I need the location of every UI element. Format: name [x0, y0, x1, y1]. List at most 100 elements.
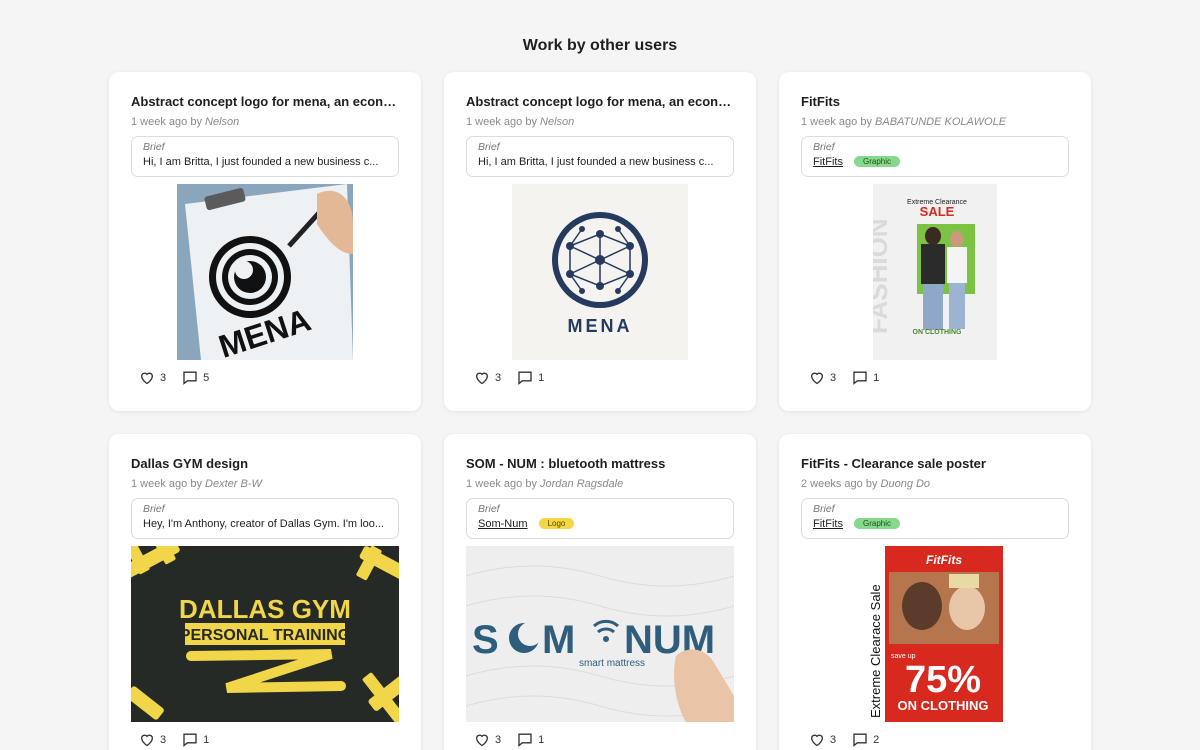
like-button[interactable]: 3 [809, 370, 836, 385]
like-count: 3 [160, 371, 167, 384]
heart-icon [140, 734, 154, 747]
work-author[interactable]: BABATUNDE KOLAWOLE [875, 116, 1006, 128]
work-card[interactable]: FitFits - Clearance sale poster 2 weeks … [779, 434, 1091, 750]
like-button[interactable]: 3 [474, 732, 501, 747]
work-thumbnail[interactable]: DALLAS GYM PERSONAL TRAINING [131, 546, 399, 722]
work-time: 1 week ago [131, 478, 188, 490]
work-title[interactable]: Dallas GYM design [131, 456, 399, 471]
brief-text: Hi, I am Britta, I just founded a new bu… [478, 156, 714, 168]
work-author[interactable]: Duong Do [881, 478, 931, 490]
brief-text: Hey, I'm Anthony, creator of Dallas Gym.… [143, 518, 384, 530]
brief-box[interactable]: Brief Hey, I'm Anthony, creator of Dalla… [131, 498, 399, 539]
work-author[interactable]: Nelson [540, 116, 574, 128]
poster-clothing: ON CLOTHING [898, 698, 989, 713]
somnum-s: S [472, 618, 499, 662]
work-author[interactable]: Dexter B-W [205, 478, 262, 490]
work-meta: 1 week ago by Jordan Ragsdale [466, 478, 734, 490]
comment-count: 1 [203, 733, 210, 746]
comment-icon [518, 733, 532, 747]
fitfits-poster-image: FASHION Extreme Clearance SALE ON CLOTHI… [873, 184, 997, 360]
brief-box[interactable]: Brief Hi, I am Britta, I just founded a … [131, 136, 399, 177]
work-time: 1 week ago [801, 116, 858, 128]
meta-by: by [190, 478, 202, 490]
comment-button[interactable]: 1 [517, 732, 544, 747]
comment-icon [518, 371, 532, 385]
work-card[interactable]: SOM - NUM : bluetooth mattress 1 week ag… [444, 434, 756, 750]
brief-link[interactable]: FitFits [813, 518, 843, 530]
brief-label: Brief [478, 141, 500, 153]
work-card[interactable]: FitFits 1 week ago by BABATUNDE KOLAWOLE… [779, 72, 1091, 411]
gym-subtitle: PERSONAL TRAINING [180, 627, 350, 644]
brief-label: Brief [143, 503, 165, 515]
category-tag: Graphic [854, 156, 901, 167]
like-button[interactable]: 3 [809, 732, 836, 747]
brief-box[interactable]: Brief FitFits Graphic [801, 136, 1069, 177]
comment-count: 2 [873, 733, 880, 746]
work-thumbnail[interactable]: MENA [466, 184, 734, 360]
brief-box[interactable]: Brief Hi, I am Britta, I just founded a … [466, 136, 734, 177]
comment-count: 1 [873, 371, 880, 384]
work-author[interactable]: Jordan Ragsdale [540, 478, 623, 490]
work-thumbnail[interactable]: Extreme Clearace Sale FitFits save up 75… [801, 546, 1069, 722]
like-count: 3 [160, 733, 167, 746]
mena-network-logo-image: MENA [512, 184, 688, 360]
comment-count: 1 [538, 733, 545, 746]
work-stats: 3 2 [809, 732, 895, 747]
comment-button[interactable]: 5 [182, 370, 209, 385]
work-title[interactable]: SOM - NUM : bluetooth mattress [466, 456, 734, 471]
meta-by: by [865, 478, 878, 490]
meta-by: by [525, 478, 537, 490]
work-meta: 1 week ago by Nelson [131, 116, 399, 128]
heart-icon [475, 734, 489, 747]
poster-percent: 75% [905, 659, 981, 701]
somnum-m: M [542, 618, 575, 662]
brief-label: Brief [813, 141, 835, 153]
brief-box[interactable]: Brief Som-Num Logo [466, 498, 734, 539]
work-title[interactable]: FitFits [801, 94, 1069, 109]
work-card[interactable]: Dallas GYM design 1 week ago by Dexter B… [109, 434, 421, 750]
comment-button[interactable]: 1 [852, 370, 879, 385]
work-thumbnail[interactable]: MENA [131, 184, 399, 360]
work-stats: 3 1 [474, 370, 560, 385]
heart-icon [810, 734, 824, 747]
mena-hand-logo-image: MENA [177, 184, 353, 360]
dallas-gym-image: DALLAS GYM PERSONAL TRAINING [131, 546, 399, 722]
like-count: 3 [830, 733, 837, 746]
brief-row: FitFits Graphic [813, 156, 1057, 168]
poster-sale: SALE [920, 204, 955, 219]
work-thumbnail[interactable]: S M NUM smart mattress [466, 546, 734, 722]
like-button[interactable]: 3 [139, 732, 166, 747]
heart-icon [140, 372, 154, 385]
comment-count: 5 [203, 371, 210, 384]
work-card[interactable]: Abstract concept logo for mena, an econo… [444, 72, 756, 411]
brief-box[interactable]: Brief FitFits Graphic [801, 498, 1069, 539]
brief-link[interactable]: FitFits [813, 156, 843, 168]
comment-button[interactable]: 2 [852, 732, 879, 747]
work-meta: 1 week ago by BABATUNDE KOLAWOLE [801, 116, 1069, 128]
heart-icon [810, 372, 824, 385]
brief-label: Brief [478, 503, 500, 515]
brief-row: FitFits Graphic [813, 518, 1057, 530]
comment-button[interactable]: 1 [517, 370, 544, 385]
comment-icon [853, 371, 867, 385]
meta-by: by [525, 116, 537, 128]
poster-clothing: ON CLOTHING [913, 329, 963, 336]
brief-label: Brief [143, 141, 165, 153]
mena-logo-text: MENA [568, 316, 633, 336]
work-time: 1 week ago [466, 116, 523, 128]
work-meta: 2 weeks ago by Duong Do [801, 478, 1069, 490]
brief-link[interactable]: Som-Num [478, 518, 528, 530]
work-title[interactable]: Abstract concept logo for mena, an econo… [466, 94, 734, 109]
like-button[interactable]: 3 [474, 370, 501, 385]
comment-count: 1 [538, 371, 545, 384]
work-card[interactable]: Abstract concept logo for mena, an econo… [109, 72, 421, 411]
comment-button[interactable]: 1 [182, 732, 209, 747]
meta-by: by [860, 116, 872, 128]
work-thumbnail[interactable]: FASHION Extreme Clearance SALE ON CLOTHI… [801, 184, 1069, 360]
like-button[interactable]: 3 [139, 370, 166, 385]
like-count: 3 [495, 733, 502, 746]
meta-by: by [190, 116, 202, 128]
work-title[interactable]: Abstract concept logo for mena, an econo… [131, 94, 399, 109]
work-title[interactable]: FitFits - Clearance sale poster [801, 456, 1069, 471]
work-author[interactable]: Nelson [205, 116, 239, 128]
